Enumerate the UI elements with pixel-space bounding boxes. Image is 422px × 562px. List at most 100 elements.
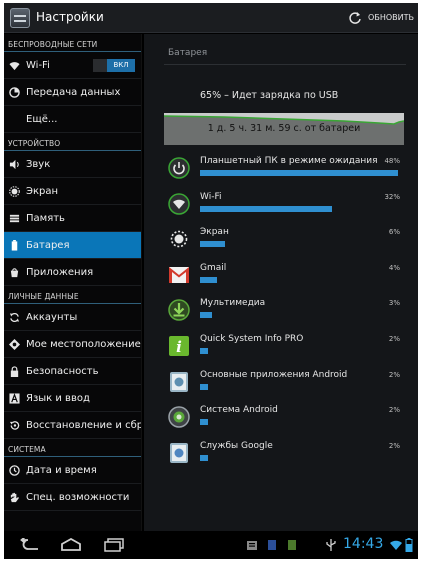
android-app-icon	[168, 371, 190, 393]
sidebar-item-accessibility[interactable]: Спец. возможности	[4, 484, 141, 511]
battery-usage-row[interactable]: Планшетный ПК в режиме ожидания 48%	[168, 153, 404, 188]
battery-usage-app-name: Система Android	[200, 405, 278, 416]
sidebar-item-sound[interactable]: Звук	[4, 151, 141, 178]
sidebar-item-label: Дата и время	[26, 465, 97, 476]
sidebar-item-label: Память	[26, 213, 65, 224]
sidebar-item-label: Спец. возможности	[26, 492, 130, 503]
notification-blue-icon[interactable]	[267, 539, 277, 551]
svg-text:i: i	[176, 338, 182, 356]
sidebar-item-label: Мое местоположение	[26, 339, 141, 350]
sidebar-item-label: Батарея	[26, 240, 70, 251]
battery-usage-row[interactable]: Система Android 2%	[168, 402, 404, 437]
battery-usage-percent: 2%	[388, 406, 400, 415]
lock-icon	[10, 366, 19, 377]
storage-icon	[9, 214, 20, 223]
divider	[164, 64, 406, 65]
battery-usage-app-name: Quick System Info PRO	[200, 334, 304, 344]
battery-usage-row[interactable]: Мультимедиа 3%	[168, 295, 404, 330]
sidebar-item-label: Аккаунты	[26, 312, 78, 323]
battery-usage-row[interactable]: Экран 6%	[168, 224, 404, 259]
sidebar-item-more[interactable]: Ещё...	[4, 106, 141, 133]
section-header: БЕСПРОВОДНЫЕ СЕТИ	[4, 34, 141, 52]
sidebar-item-data-usage[interactable]: Передача данных	[4, 79, 141, 106]
sidebar-item-wifi[interactable]: Wi-Fi ВКЛ	[4, 52, 141, 79]
battery-usage-app-name: Gmail	[200, 262, 227, 273]
clock-icon	[9, 465, 20, 476]
battery-usage-app-name: Службы Google	[200, 440, 273, 451]
section-header: ЛИЧНЫЕ ДАННЫЕ	[4, 286, 141, 304]
battery-usage-row[interactable]: Основные приложения Android 2%	[168, 367, 404, 402]
pane-title: Батарея	[168, 48, 208, 58]
battery-time-on-battery: 1 д. 5 ч. 31 м. 59 с. от батареи	[207, 123, 361, 134]
battery-pane: Батарея 65% – Идет зарядка по USB 1 д. 5…	[144, 34, 418, 531]
refresh-icon	[349, 12, 361, 24]
battery-usage-app-name: Мультимедиа	[200, 298, 266, 309]
battery-usage-bar	[200, 312, 212, 319]
battery-usage-app-name: Экран	[200, 227, 229, 238]
battery-usage-row[interactable]: Службы Google 2%	[168, 438, 404, 473]
sidebar-item-accounts[interactable]: Аккаунты	[4, 304, 141, 331]
sidebar-item-label: Экран	[26, 186, 59, 197]
wifi-status-icon	[390, 540, 402, 550]
language-icon	[9, 393, 20, 404]
battery-usage-row[interactable]: i Quick System Info PRO 2%	[168, 331, 404, 366]
location-icon	[9, 339, 20, 350]
wifi-toggle[interactable]: ВКЛ	[93, 59, 135, 72]
battery-usage-bar	[200, 276, 217, 283]
battery-usage-percent: 3%	[388, 299, 400, 308]
battery-icon	[11, 240, 18, 251]
section-header: УСТРОЙСТВО	[4, 133, 141, 151]
sidebar-item-date-time[interactable]: Дата и время	[4, 457, 141, 484]
section-header: СИСТЕМА	[4, 439, 141, 457]
sidebar-item-backup-reset[interactable]: Восстановление и сбро	[4, 412, 141, 439]
sidebar-item-apps[interactable]: Приложения	[4, 259, 141, 286]
battery-usage-bar	[200, 419, 208, 426]
sidebar-item-label: Приложения	[26, 267, 94, 278]
battery-usage-app-name: Wi-Fi	[200, 191, 222, 202]
brightness-icon	[168, 228, 190, 250]
battery-usage-row[interactable]: Gmail 4%	[168, 260, 404, 295]
download-icon	[168, 299, 190, 322]
recent-apps-icon[interactable]	[103, 538, 125, 552]
refresh-button[interactable]: ОБНОВИТЬ	[348, 8, 414, 28]
wifi-toggle-on-label: ВКЛ	[107, 59, 135, 72]
sidebar-item-language[interactable]: Язык и ввод	[4, 385, 141, 412]
battery-usage-percent: 4%	[388, 263, 400, 272]
home-icon[interactable]	[60, 538, 82, 552]
usb-icon	[326, 539, 336, 551]
back-icon[interactable]	[18, 538, 40, 552]
wifi-icon	[168, 192, 190, 215]
sidebar-item-display[interactable]: Экран	[4, 178, 141, 205]
sidebar-item-label: Звук	[26, 159, 51, 170]
sidebar-item-label: Язык и ввод	[26, 393, 90, 404]
data-usage-icon	[9, 87, 20, 98]
navigation-bar: 14:43	[4, 531, 418, 559]
settings-app-icon[interactable]	[10, 8, 30, 28]
restore-icon	[9, 421, 20, 430]
sidebar-item-location[interactable]: Мое местоположение	[4, 331, 141, 358]
battery-usage-row[interactable]: Wi-Fi 32%	[168, 189, 404, 224]
speaker-icon	[9, 159, 19, 170]
status-clock[interactable]: 14:43	[343, 536, 383, 552]
sidebar-item-label: Wi-Fi	[26, 60, 50, 71]
info-app-icon: i	[168, 335, 190, 357]
app-title: Настройки	[36, 10, 104, 24]
notification-icon[interactable]	[246, 539, 258, 551]
battery-usage-bar	[200, 454, 208, 461]
notification-green-icon[interactable]	[287, 539, 297, 551]
settings-sidebar: БЕСПРОВОДНЫЕ СЕТИ Wi-Fi ВКЛ Передача дан…	[4, 34, 142, 531]
sidebar-item-storage[interactable]: Память	[4, 205, 141, 232]
battery-status-icon	[405, 538, 413, 552]
battery-usage-percent: 32%	[384, 192, 400, 201]
battery-usage-app-name: Основные приложения Android	[200, 369, 348, 380]
android-system-icon	[168, 406, 190, 428]
battery-history-graph[interactable]: 1 д. 5 ч. 31 м. 59 с. от батареи	[164, 113, 404, 145]
hand-icon	[10, 492, 19, 503]
sidebar-item-label: Безопасность	[26, 366, 99, 377]
sidebar-item-battery[interactable]: Батарея	[4, 232, 141, 259]
brightness-icon	[9, 186, 20, 197]
google-services-icon	[168, 442, 190, 464]
tablet-screen: Настройки ОБНОВИТЬ БЕСПРОВОДНЫЕ СЕТИ Wi-…	[4, 3, 418, 559]
sidebar-item-security[interactable]: Безопасность	[4, 358, 141, 385]
battery-usage-percent: 2%	[388, 335, 400, 343]
